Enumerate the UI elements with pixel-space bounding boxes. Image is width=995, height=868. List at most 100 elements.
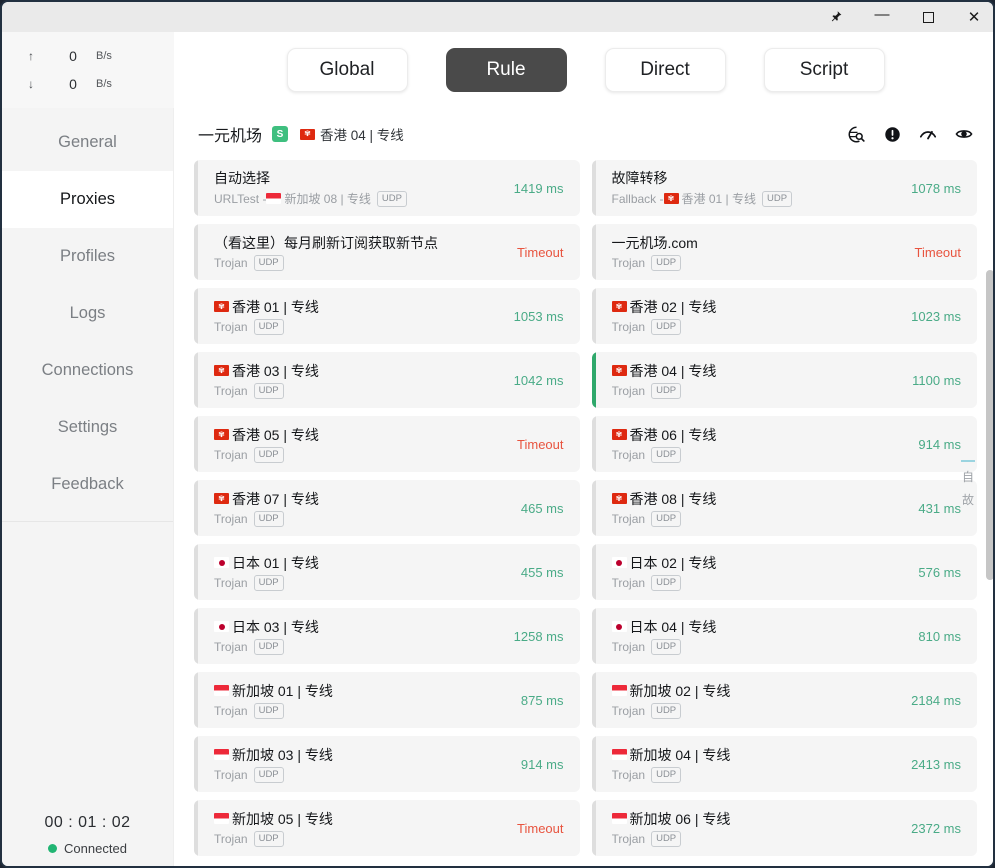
proxy-card[interactable]: 日本 02 | 专线 Trojan UDP 576 ms xyxy=(591,544,977,600)
speedtest-icon[interactable] xyxy=(919,125,937,143)
proxy-card[interactable]: 故障转移 Fallback - 香港 01 | 专线 UDP 1078 ms xyxy=(591,160,977,216)
group-current-node: 香港 04 | 专线 xyxy=(300,124,404,144)
flag-hk-icon xyxy=(214,493,229,504)
proxy-card[interactable]: 一元机场.com Trojan UDP Timeout xyxy=(591,224,977,280)
mode-tab-direct[interactable]: Direct xyxy=(604,48,726,92)
proxy-type-label: Trojan xyxy=(611,447,646,462)
app-window: — ✕ ↑ 0 B/s ↓ 0 B/s Global Rule Direct Scri… xyxy=(0,0,995,868)
proxy-card[interactable]: 香港 03 | 专线 Trojan UDP 1042 ms xyxy=(194,352,580,408)
proxy-card[interactable]: 香港 07 | 专线 Trojan UDP 465 ms xyxy=(194,480,580,536)
sidebar-item-general[interactable]: General xyxy=(2,114,173,171)
proxy-card[interactable]: 香港 06 | 专线 Trojan UDP 914 ms xyxy=(591,416,977,472)
proxy-type-label: Trojan xyxy=(214,703,248,718)
proxy-grid: 自动选择 URLTest - 新加坡 08 | 专线 UDP 1419 ms 故障转移 F… xyxy=(194,160,977,856)
sidebar-item-label: Settings xyxy=(57,418,118,436)
mode-tab-script[interactable]: Script xyxy=(763,48,885,92)
proxy-card[interactable]: 香港 05 | 专线 Trojan UDP Timeout xyxy=(194,416,580,472)
mode-tabs: Global Rule Direct Script xyxy=(174,32,993,108)
sidebar: General Proxies Profiles Logs Connections Set… xyxy=(2,108,174,866)
status-badge: S xyxy=(272,126,289,142)
mode-tab-rule[interactable]: Rule xyxy=(445,48,567,92)
mode-tab-global[interactable]: Global xyxy=(286,48,408,92)
proxy-card[interactable]: 香港 02 | 专线 Trojan UDP 1023 ms xyxy=(591,288,977,344)
sidebar-item-profiles[interactable]: Profiles xyxy=(2,228,173,285)
sidebar-status: 00 : 01 : 02 Connected xyxy=(2,814,173,866)
latency-label: Timeout xyxy=(517,244,564,260)
udp-badge: UDP xyxy=(253,318,284,335)
sidebar-item-label: Proxies xyxy=(59,190,116,208)
proxy-type-line: Trojan xyxy=(612,384,646,398)
index-char-0[interactable]: 自 xyxy=(962,468,974,485)
flag-sg-icon xyxy=(611,685,627,696)
scrollbar-thumb[interactable] xyxy=(986,270,993,580)
flag-hk-icon xyxy=(611,429,627,440)
sidebar-item-connections[interactable]: Connections xyxy=(2,342,173,399)
proxy-card[interactable]: 新加坡 03 | 专线 Trojan UDP 914 ms xyxy=(194,736,580,792)
proxy-name: 一元机场.com xyxy=(612,234,888,252)
sidebar-item-settings[interactable]: Settings xyxy=(2,399,173,456)
scrollbar-track[interactable] xyxy=(986,160,993,866)
proxy-name-label: 日本 03 | 专线 xyxy=(232,618,319,635)
latency-label: 1258 ms xyxy=(513,628,564,644)
sidebar-nav: General Proxies Profiles Logs Connections Set… xyxy=(2,108,173,513)
minimize-icon: — xyxy=(874,5,890,23)
proxy-card[interactable]: 香港 08 | 专线 Trojan UDP 431 ms xyxy=(591,480,977,536)
proxy-name-label: 自动选择 xyxy=(214,170,270,186)
proxy-name: 日本 03 | 专线 xyxy=(214,618,490,636)
proxy-name: 香港 07 | 专线 xyxy=(214,490,490,508)
proxy-card[interactable]: 日本 03 | 专线 Trojan UDP 1258 ms xyxy=(194,608,580,664)
upload-speed-row: ↑ 0 B/s xyxy=(28,48,174,64)
proxy-card[interactable]: 新加坡 06 | 专线 Trojan UDP 2372 ms xyxy=(591,800,977,856)
latency-label: 2372 ms xyxy=(911,820,961,836)
proxy-card[interactable]: 新加坡 04 | 专线 Trojan UDP 2413 ms xyxy=(591,736,977,792)
maximize-button[interactable] xyxy=(905,2,951,32)
udp-badge: UDP xyxy=(253,830,284,847)
flag-hk-icon xyxy=(300,128,316,140)
proxy-name-label: 香港 06 | 专线 xyxy=(629,426,717,443)
proxy-target-label: 香港 01 | 专线 xyxy=(681,192,756,206)
proxy-card-text: 香港 05 | 专线 Trojan UDP xyxy=(214,426,490,463)
sidebar-item-logs[interactable]: Logs xyxy=(2,285,173,342)
proxy-card-text: 日本 03 | 专线 Trojan UDP xyxy=(214,618,490,655)
sidebar-item-feedback[interactable]: Feedback xyxy=(2,456,173,513)
proxy-card[interactable]: 香港 04 | 专线 Trojan UDP 1100 ms xyxy=(591,352,977,408)
proxy-card[interactable]: （看这里）每月刷新订阅获取新节点 Trojan UDP Timeout xyxy=(194,224,580,280)
proxy-card[interactable]: 新加坡 05 | 专线 Trojan UDP Timeout xyxy=(194,800,580,856)
proxy-name: 香港 03 | 专线 xyxy=(214,362,490,380)
flag-sg-icon xyxy=(266,193,282,204)
proxy-name-label: 香港 04 | 专线 xyxy=(629,362,717,379)
proxy-card-text: 新加坡 01 | 专线 Trojan UDP xyxy=(214,682,490,719)
proxy-name: 故障转移 xyxy=(612,169,888,187)
sidebar-item-proxies[interactable]: Proxies xyxy=(2,171,173,228)
close-button[interactable]: ✕ xyxy=(951,2,993,32)
proxy-type-line: Trojan xyxy=(612,768,646,782)
index-char-1[interactable]: 故 xyxy=(962,491,974,508)
pin-button[interactable] xyxy=(813,2,859,32)
proxy-card[interactable]: 自动选择 URLTest - 新加坡 08 | 专线 UDP 1419 ms xyxy=(194,160,580,216)
minimize-button[interactable]: — xyxy=(859,2,905,32)
eye-icon[interactable] xyxy=(955,125,973,143)
index-rail[interactable]: 自 故 xyxy=(957,460,979,508)
proxy-name-label: 香港 07 | 专线 xyxy=(232,490,319,507)
proxy-card[interactable]: 香港 01 | 专线 Trojan UDP 1053 ms xyxy=(194,288,580,344)
proxy-card[interactable]: 新加坡 02 | 专线 Trojan UDP 2184 ms xyxy=(591,672,977,728)
proxy-name-label: 香港 01 | 专线 xyxy=(232,298,319,315)
mode-tab-label: Script xyxy=(799,59,849,80)
udp-badge: UDP xyxy=(651,830,682,847)
latency-label: 1078 ms xyxy=(911,180,961,196)
proxy-meta: Trojan UDP xyxy=(214,446,490,463)
proxy-name-label: 新加坡 01 | 专线 xyxy=(232,682,333,699)
proxy-card[interactable]: 日本 04 | 专线 Trojan UDP 810 ms xyxy=(591,608,977,664)
proxy-card[interactable]: 新加坡 01 | 专线 Trojan UDP 875 ms xyxy=(194,672,580,728)
proxy-meta: Fallback - 香港 01 | 专线 UDP xyxy=(612,190,888,207)
flag-hk-icon xyxy=(214,429,229,440)
proxy-card-text: 一元机场.com Trojan UDP xyxy=(612,234,888,271)
proxy-meta: Trojan UDP xyxy=(214,830,490,847)
flag-hk-icon xyxy=(611,301,627,312)
proxy-card[interactable]: 日本 01 | 专线 Trojan UDP 455 ms xyxy=(194,544,580,600)
proxy-meta: Trojan UDP xyxy=(214,254,490,271)
proxy-type-line: Trojan xyxy=(214,384,248,398)
globe-search-icon[interactable] xyxy=(847,125,865,143)
alert-circle-icon[interactable] xyxy=(883,125,901,143)
flag-hk-icon xyxy=(611,493,627,504)
